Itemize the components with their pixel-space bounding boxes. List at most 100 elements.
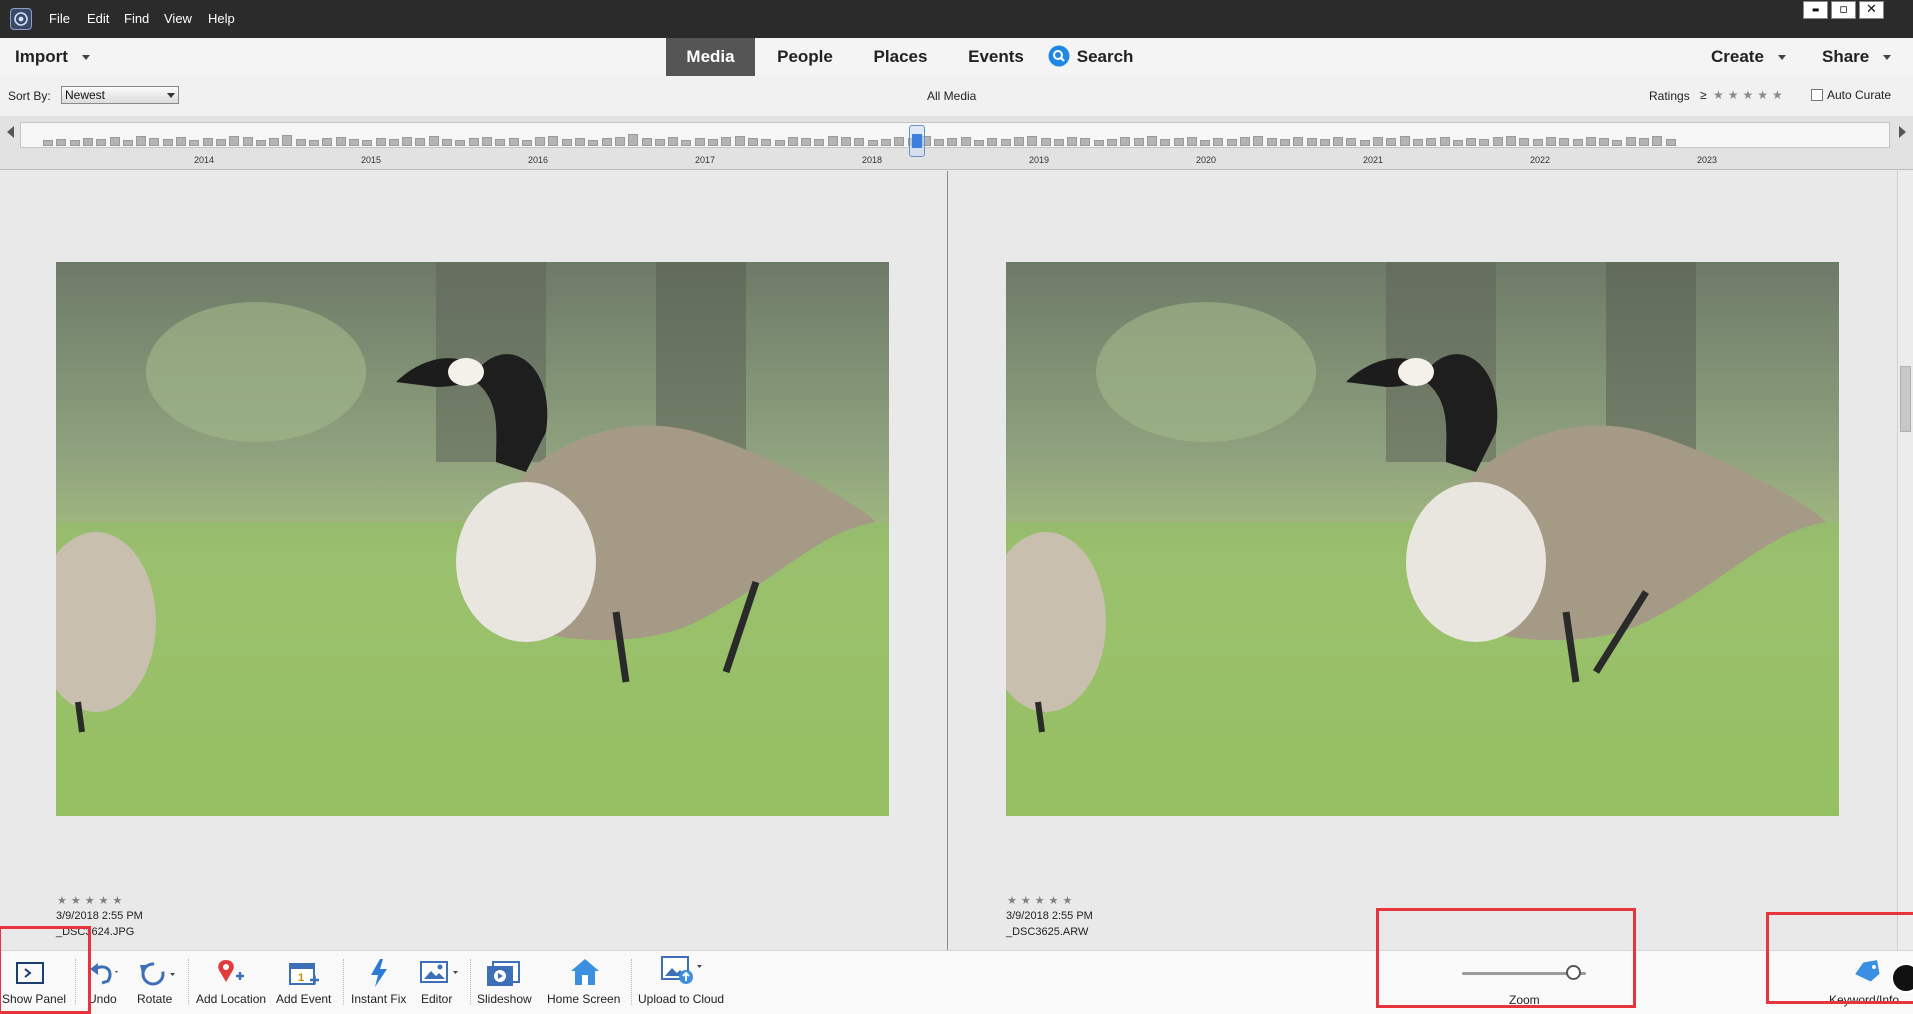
import-button[interactable]: Import [15,38,90,76]
timeline-year: 2016 [528,155,549,165]
menu-file[interactable]: File [49,11,70,26]
timeline-bar [1545,137,1556,146]
nav-bar: Import Media People Places Events Search… [0,38,1913,76]
timeline-bar [787,137,798,146]
timeline-bar [1412,139,1423,146]
ratings-filter-stars[interactable]: ★★★★★ [1713,88,1787,102]
tab-media[interactable]: Media [666,38,755,76]
sort-value: Newest [65,88,106,102]
timeline-bar [282,135,293,146]
timeline[interactable]: 2014 2015 2016 2017 2018 2019 2020 2021 … [0,116,1913,170]
minimize-button[interactable]: ▬ [1803,1,1828,19]
timeline-bar [162,139,173,146]
timeline-bar [1253,136,1264,146]
photo-rating-stars[interactable]: ★★★★★ [1007,894,1076,907]
editor-label: Editor [421,992,453,1006]
sort-select[interactable]: Newest [61,86,179,104]
timeline-bar [1612,140,1623,146]
timeline-bar [481,137,492,146]
timeline-bar [415,138,426,146]
rotate-button[interactable]: Rotate [134,951,182,1014]
add-location-label: Add Location [196,992,267,1006]
add-location-button[interactable]: Add Location [193,951,269,1014]
photo-thumbnail[interactable] [1006,262,1839,816]
highlight-box [1376,908,1636,1008]
timeline-year: 2020 [1196,155,1217,165]
menu-find[interactable]: Find [124,11,149,26]
timeline-bar [1279,139,1290,146]
timeline-bar [854,138,865,146]
search-button[interactable]: Search [1048,38,1133,76]
timeline-bar [641,138,652,146]
home-icon [571,959,599,985]
timeline-bar [827,136,838,146]
menu-view[interactable]: View [164,11,192,26]
timeline-bar [1013,137,1024,146]
auto-curate-checkbox[interactable] [1811,89,1823,101]
timeline-bar [1080,138,1091,146]
upload-to-cloud-button[interactable]: Upload to Cloud [636,951,732,1014]
undo-icon [90,963,118,985]
grid-divider [947,171,948,950]
timeline-bar [1333,137,1344,146]
timeline-bar [388,139,399,146]
maximize-button[interactable]: ▫ [1831,1,1856,19]
scrollbar-thumb[interactable] [1900,366,1911,432]
share-button[interactable]: Share [1822,38,1892,76]
timeline-bar [1665,139,1676,146]
slideshow-button[interactable]: Slideshow [475,951,533,1014]
timeline-right-arrow-icon[interactable] [1899,126,1906,138]
timeline-bar [668,137,679,146]
timeline-bar [1160,139,1171,146]
editor-icon [420,961,458,983]
tab-places[interactable]: Places [863,38,938,76]
timeline-bar [1240,137,1250,146]
create-button[interactable]: Create [1711,38,1786,76]
menu-edit[interactable]: Edit [87,11,109,26]
toolbar-separator [343,959,344,1005]
tab-people[interactable]: People [765,38,845,76]
timeline-bar [442,139,452,146]
instant-fix-label: Instant Fix [351,992,407,1006]
timeline-bar [428,136,439,146]
share-label: Share [1822,47,1870,66]
timeline-bar [109,137,120,146]
timeline-bar [947,138,958,146]
timeline-bar [43,140,53,146]
timeline-bar [960,137,971,146]
timeline-bar [136,136,147,146]
timeline-bar [229,136,240,146]
media-grid: ★★★★★ 3/9/2018 2:55 PM _DSC3624.JPG ★★★★… [0,171,1897,950]
search-label: Search [1076,47,1134,66]
timeline-bar [1399,136,1410,146]
timeline-bar [455,140,466,146]
timeline-bar [255,140,266,146]
timeline-bar [987,138,998,146]
timeline-bar [880,139,891,146]
timeline-bar [974,140,984,146]
upload-to-cloud-label: Upload to Cloud [638,992,725,1006]
timeline-track[interactable] [20,122,1890,157]
ratings-operator: ≥ [1700,88,1707,102]
photo-filename: _DSC3625.ARW [1006,926,1089,938]
view-title: All Media [927,89,977,103]
timeline-bar [1107,139,1117,146]
photo-thumbnail[interactable] [56,262,889,816]
timeline-position-marker[interactable] [909,125,925,157]
home-screen-button[interactable]: Home Screen [545,951,623,1014]
instant-fix-button[interactable]: Instant Fix [348,951,414,1014]
timeline-bar [202,138,213,146]
tab-events[interactable]: Events [958,38,1034,76]
timeline-bar [1585,137,1596,146]
timeline-year: 2019 [1029,155,1050,165]
add-event-button[interactable]: 1 Add Event [274,951,338,1014]
timeline-bar [309,140,319,146]
vertical-scrollbar[interactable] [1897,171,1913,950]
timeline-bar [468,138,479,146]
timeline-bar [1319,139,1330,146]
menu-help[interactable]: Help [208,11,235,26]
close-button[interactable]: ✕ [1859,1,1884,19]
photo-rating-stars[interactable]: ★★★★★ [57,894,126,907]
editor-button[interactable]: Editor [418,951,464,1014]
timeline-left-arrow-icon[interactable] [7,126,14,138]
